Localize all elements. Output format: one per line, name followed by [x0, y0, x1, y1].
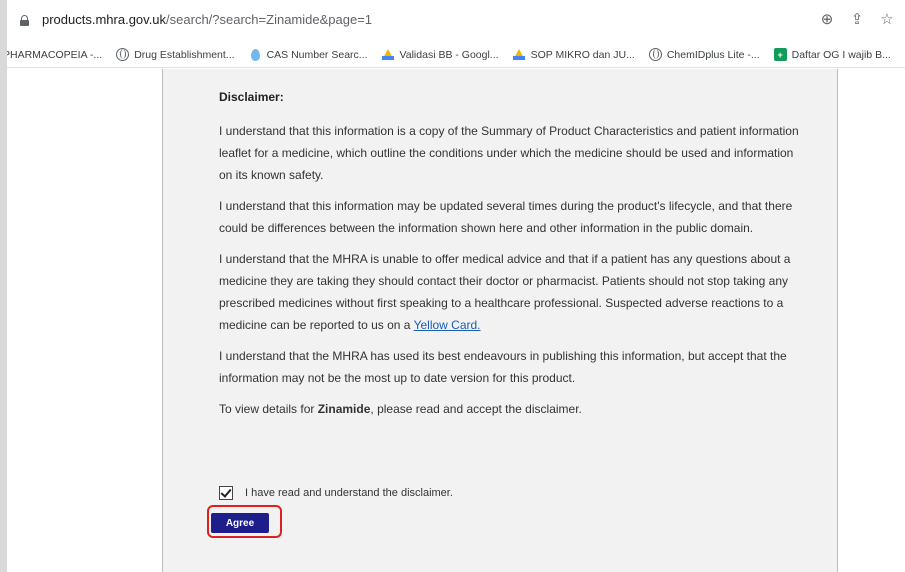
bookmark-label: PHARMACOPEIA -...: [7, 48, 103, 61]
disclaimer-panel: Disclaimer: I understand that this infor…: [162, 69, 838, 572]
bookmark-drug-establishment[interactable]: Drug Establishment...: [116, 48, 235, 61]
address-bar-actions: ⊕ ⇪ ☆: [817, 10, 897, 28]
disclaimer-body: Disclaimer: I understand that this infor…: [219, 90, 799, 429]
disclaimer-heading: Disclaimer:: [219, 90, 284, 104]
zoom-icon[interactable]: ⊕: [817, 10, 837, 28]
drop-icon: [249, 48, 262, 61]
disclaimer-paragraph: I understand that the MHRA is unable to …: [219, 248, 799, 336]
bookmark-label: CAS Number Searc...: [266, 48, 368, 61]
page-content: Disclaimer: I understand that this infor…: [7, 69, 905, 572]
disclaimer-instruction: To view details for Zinamide, please rea…: [219, 398, 799, 420]
disclaimer-paragraph: I understand that this information is a …: [219, 124, 799, 182]
bookmark-cas-number[interactable]: CAS Number Searc...: [249, 48, 368, 61]
yellow-card-link[interactable]: Yellow Card.: [414, 318, 481, 332]
bookmark-validasi[interactable]: Validasi BB - Googl...: [382, 48, 499, 61]
disclaimer-paragraph: I understand that this information may b…: [219, 199, 793, 235]
drive-icon: [513, 48, 526, 61]
bookmark-label: Drug Establishment...: [134, 48, 235, 61]
bookmark-sop-mikro[interactable]: SOP MIKRO dan JU...: [513, 48, 635, 61]
paragraph-text: I understand that the MHRA is unable to …: [219, 252, 791, 332]
instruction-suffix: , please read and accept the disclaimer.: [370, 402, 582, 416]
lock-icon[interactable]: [20, 15, 29, 26]
bookmark-label: ChemIDplus Lite -...: [666, 48, 760, 61]
bookmark-pharmacopeia[interactable]: PHARMACOPEIA -...: [7, 49, 102, 61]
accept-checkbox-row[interactable]: I have read and understand the disclaime…: [219, 486, 453, 500]
url-path: /search/?search=Zinamide&page=1: [166, 12, 373, 27]
share-icon[interactable]: ⇪: [847, 10, 867, 28]
address-bar[interactable]: products.mhra.gov.uk/search/?search=Zina…: [7, 0, 905, 42]
url-host: products.mhra.gov.uk: [42, 12, 167, 27]
product-name: Zinamide: [317, 402, 371, 416]
globe-icon: [116, 48, 130, 61]
disclaimer-paragraph: I understand that the MHRA has used its …: [219, 349, 787, 385]
bookmark-label: Daftar OG I wajib B...: [791, 48, 891, 61]
instruction-prefix: To view details for: [219, 402, 315, 416]
tree-icon: +: [773, 48, 787, 61]
url-field[interactable]: products.mhra.gov.uk/search/?search=Zina…: [42, 12, 372, 27]
agree-button[interactable]: Agree: [211, 513, 269, 533]
accept-checkbox[interactable]: [219, 486, 233, 500]
drive-icon: [382, 48, 395, 61]
bookmark-label: Validasi BB - Googl...: [399, 48, 499, 61]
star-icon[interactable]: ☆: [877, 10, 897, 28]
bookmark-daftar-og[interactable]: + Daftar OG I wajib B...: [773, 48, 891, 61]
window-edge: [0, 0, 7, 572]
bookmark-chemidplus[interactable]: ChemIDplus Lite -...: [648, 48, 760, 61]
accept-checkbox-label[interactable]: I have read and understand the disclaime…: [245, 487, 453, 499]
bookmarks-bar: PHARMACOPEIA -... Drug Establishment... …: [7, 42, 905, 68]
bookmark-label: SOP MIKRO dan JU...: [530, 48, 635, 61]
globe-icon: [648, 48, 662, 61]
